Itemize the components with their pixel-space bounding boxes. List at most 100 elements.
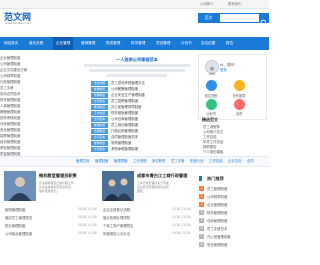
rank-badge: 4 <box>199 210 204 215</box>
nav-item-enterprise[interactable]: 企业管理 <box>53 37 74 50</box>
nav-item-marketing[interactable]: 营销管理 <box>81 37 95 50</box>
clipboard-icon[interactable] <box>206 99 217 110</box>
doc-link[interactable]: 员工培训管理制度 <box>111 123 183 128</box>
quick-label[interactable]: 写作指导 <box>228 93 250 98</box>
list-item[interactable]: 个体工商户管理规定 <box>103 223 163 228</box>
company-intro-link[interactable]: 公司简介 <box>200 2 214 6</box>
nav-item-project[interactable]: 项目管理 <box>156 37 170 50</box>
category-link[interactable]: 工作总结 <box>209 159 223 163</box>
list-item[interactable]: 年度报告公示办法 <box>103 231 163 236</box>
article-title[interactable]: 微机教室管理员职责 <box>39 173 99 179</box>
sidebar-item[interactable]: 劳动合同范本 <box>0 91 76 96</box>
doc-link[interactable]: 采购管理制度 <box>111 141 183 146</box>
sidebar-item[interactable]: 企业文化建设方案 <box>0 67 76 72</box>
doc-link[interactable]: 企业安全生产管理制度 <box>111 93 183 98</box>
category-link[interactable]: 管理制度 <box>95 159 109 163</box>
hot-item[interactable]: 仓库管理制度 <box>207 218 265 223</box>
contract-icon[interactable] <box>234 99 245 110</box>
pen-icon[interactable] <box>234 80 245 91</box>
doc-link[interactable]: 员工绩效考核管理办法 <box>111 81 183 86</box>
list-item[interactable]: 物业管理制度 <box>5 223 65 228</box>
category-link[interactable]: 年度计划 <box>190 159 204 163</box>
sidebar-item[interactable]: 行政管理制度 <box>0 79 76 84</box>
category-link[interactable]: 合同 <box>247 159 254 163</box>
list-item[interactable]: 医院管理制度 <box>5 207 65 212</box>
nav-item-finance[interactable]: 财务管理 <box>131 37 145 50</box>
hot-item[interactable]: 员工管理制度 <box>207 186 265 191</box>
list-item[interactable]: 营业执照办理须知 <box>103 215 163 220</box>
nav-item-license[interactable]: 营业执照 <box>29 37 43 50</box>
contact-link[interactable]: 联系我们 <box>228 2 242 6</box>
article-title[interactable]: 成都市青白江工商行政管理 <box>137 173 197 179</box>
doc-tag[interactable]: 规章制度 <box>91 87 108 92</box>
sidebar-item[interactable]: 培训管理制度 <box>0 139 76 144</box>
doc-link[interactable]: 行政后勤管理制度 <box>111 129 183 134</box>
category-link[interactable]: 工作流程 <box>133 159 147 163</box>
doc-tag[interactable]: 法律法规 <box>91 81 108 86</box>
doc-tag[interactable]: 管理制度 <box>91 129 108 134</box>
hot-item[interactable]: 公司规章制度 <box>207 194 265 199</box>
quick-label[interactable]: 计划书 <box>200 111 222 116</box>
sidebar-item[interactable]: 薪酬管理制度 <box>0 109 76 114</box>
nav-item-home[interactable]: 网站首页 <box>4 37 18 50</box>
document-icon[interactable] <box>206 80 217 91</box>
quick-label[interactable]: 范文范例 <box>200 93 222 98</box>
login-link[interactable]: 登录 <box>220 68 227 72</box>
article-thumbnail[interactable] <box>102 171 134 201</box>
sidebar-item[interactable]: 人事管理制度 <box>0 103 76 108</box>
sidebar-item[interactable]: 招聘管理制度 <box>0 133 76 138</box>
featured-title[interactable]: 一人独资公司章程范本 <box>82 57 192 63</box>
category-link[interactable]: 岗位职责 <box>152 159 166 163</box>
doc-link[interactable]: 公司仓库管理制度 <box>111 117 183 122</box>
doc-link[interactable]: 财务报销管理制度 <box>111 111 183 116</box>
nav-item-plan[interactable]: 计划书 <box>181 37 192 50</box>
doc-link[interactable]: 员工招聘管理制度 <box>111 99 183 104</box>
list-date: 2016-11-09 <box>78 207 97 211</box>
sidebar-item[interactable]: 仓库管理制度 <box>0 121 76 126</box>
category-link[interactable]: 员工手册 <box>171 159 185 163</box>
article-thumbnail[interactable] <box>4 171 36 201</box>
list-item[interactable]: 企业注册登记流程 <box>103 207 163 212</box>
doc-tag[interactable]: 规章制度 <box>91 123 108 128</box>
sidebar-item[interactable]: 公司规章制度 <box>0 73 76 78</box>
search-button[interactable] <box>259 13 269 27</box>
doc-tag[interactable]: 合同范本 <box>91 99 108 104</box>
summary-line <box>84 64 190 67</box>
sidebar-item[interactable]: 员工手册 <box>0 85 76 90</box>
doc-link[interactable]: 办公室管理规章制度 <box>111 105 183 110</box>
nav-item-logistics[interactable]: 物流管理 <box>106 37 120 50</box>
sidebar-item[interactable]: 企业管理制度 <box>0 55 76 60</box>
hot-item[interactable]: 财务管理制度 <box>207 210 265 215</box>
doc-tag[interactable]: 管理制度 <box>91 93 108 98</box>
sidebar-item[interactable]: 绩效考核制度 <box>0 115 76 120</box>
hot-item[interactable]: 员工手册范本 <box>207 226 265 231</box>
doc-tag[interactable]: 合同范本 <box>91 135 108 140</box>
doc-tag[interactable]: 合同范本 <box>91 117 108 122</box>
doc-tag[interactable]: 规章制度 <box>91 141 108 146</box>
nav-item-minutes[interactable]: 会议纪要 <box>201 37 215 50</box>
doc-tag[interactable]: 规章制度 <box>91 105 108 110</box>
recommend-item[interactable]: 个人简历模板 <box>203 149 265 154</box>
sidebar-item[interactable]: 财务管理制度 <box>0 97 76 102</box>
search-input[interactable] <box>219 13 261 23</box>
doc-tag[interactable]: 工作总结 <box>91 111 108 116</box>
nav-item-report[interactable]: 报告 <box>226 37 233 50</box>
search-category-select[interactable]: 范文 <box>198 13 219 23</box>
hot-item[interactable]: 企业管理制度 <box>207 202 265 207</box>
list-item[interactable]: 酒店员工管理规范 <box>5 215 65 220</box>
doc-link[interactable]: 考勤休假管理制度 <box>111 147 183 152</box>
hot-item[interactable]: 安全管理制度 <box>207 242 265 247</box>
hot-item[interactable]: 办公室管理制度 <box>207 234 265 239</box>
doc-tag[interactable]: 合同范本 <box>91 147 108 152</box>
sidebar-item[interactable]: 安全管理制度 <box>0 127 76 132</box>
sidebar-item[interactable]: 考勤管理制度 <box>0 145 76 150</box>
list-item[interactable]: 公司前台管理制度 <box>5 231 65 236</box>
category-link[interactable]: 管理表格 <box>114 159 128 163</box>
quick-label[interactable]: 合同 <box>228 111 250 116</box>
category-link[interactable]: 企业文化 <box>228 159 242 163</box>
category-link[interactable]: 管理文库 <box>76 159 90 163</box>
top-bar: 公司简介 联系我们 <box>0 0 269 9</box>
sidebar-item[interactable]: 公司管理制度 <box>0 61 76 66</box>
doc-link[interactable]: 合同管理制度范本 <box>111 135 183 140</box>
doc-link[interactable]: 公司薪酬管理制度 <box>111 87 183 92</box>
